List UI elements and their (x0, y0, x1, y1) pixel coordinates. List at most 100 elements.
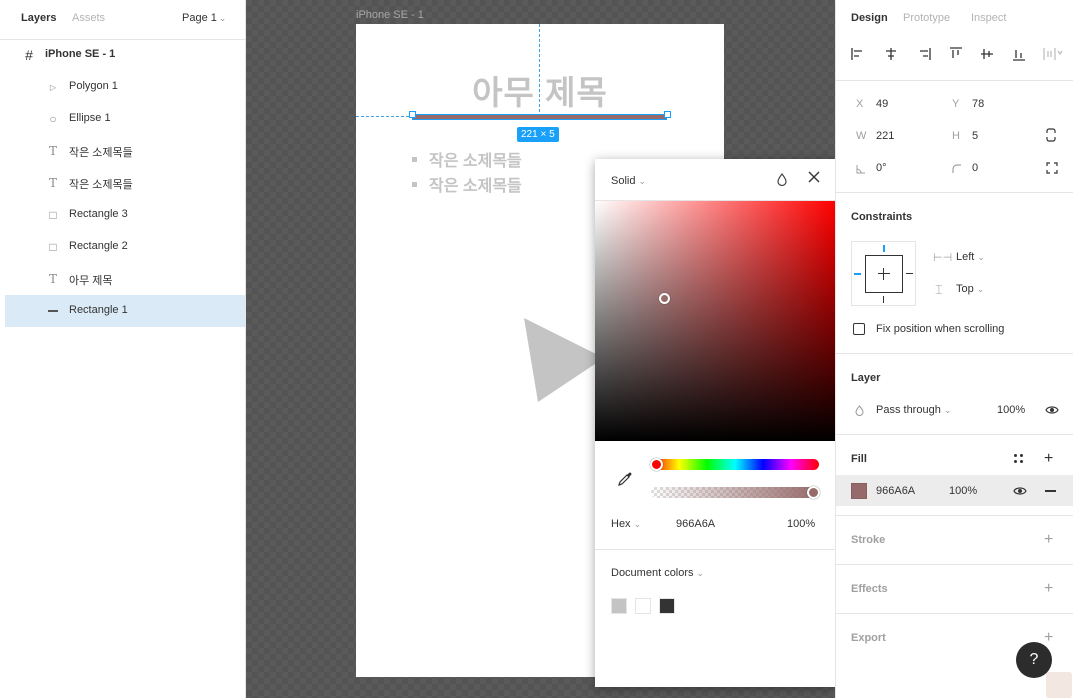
fill-section-title: Fill (851, 453, 867, 465)
align-right-icon[interactable] (917, 47, 931, 61)
independent-corners-icon[interactable] (1046, 162, 1058, 174)
frame-title-text[interactable]: 아무 제목 (356, 66, 724, 114)
measurement-guide-horizontal (356, 116, 414, 117)
layer-item-line[interactable]: Rectangle 1 (5, 295, 245, 327)
tab-assets[interactable]: Assets (72, 12, 105, 24)
add-export-plus-icon[interactable]: + (1044, 630, 1053, 646)
align-horizontal-center-icon[interactable] (884, 47, 898, 61)
layer-item-polygon[interactable]: ▷ Polygon 1 (5, 71, 245, 103)
layer-item-label: Ellipse 1 (69, 112, 111, 124)
align-left-icon[interactable] (851, 47, 865, 61)
color-picker-header: Solid ⌄ (595, 159, 835, 201)
color-cursor[interactable] (659, 293, 670, 304)
fill-opacity-input[interactable]: 100% (949, 485, 977, 497)
blend-mode-icon (855, 405, 864, 416)
hue-slider-knob[interactable] (650, 458, 663, 471)
bullet-item[interactable]: 작은 소제목들 (412, 172, 522, 196)
constraint-right-marker[interactable] (906, 273, 913, 274)
add-stroke-plus-icon[interactable]: + (1044, 532, 1053, 548)
remove-fill-minus-icon[interactable] (1045, 490, 1056, 492)
document-color-swatch[interactable] (611, 598, 627, 614)
layer-item-text[interactable]: T 아무 제목 (5, 263, 245, 295)
blend-mode-dropdown[interactable]: Pass through ⌄ (876, 404, 951, 416)
vertical-constraint-label: Top (956, 283, 974, 295)
vertical-constraint-dropdown[interactable]: Top ⌄ (956, 283, 984, 295)
align-vertical-center-icon[interactable] (980, 47, 994, 61)
style-grid-icon[interactable] (1013, 453, 1024, 464)
rotation-input[interactable]: 0° (876, 162, 887, 174)
layer-item-label: iPhone SE - 1 (45, 48, 116, 60)
width-input[interactable]: 221 (876, 130, 894, 142)
constraints-title: Constraints (851, 211, 913, 223)
opacity-input[interactable]: 100% (787, 518, 815, 530)
bullet-item[interactable]: 작은 소제목들 (412, 147, 522, 171)
opacity-slider[interactable] (651, 486, 820, 499)
document-color-swatch[interactable] (635, 598, 651, 614)
add-fill-plus-icon[interactable]: + (1044, 451, 1053, 467)
layer-item-ellipse[interactable]: ○ Ellipse 1 (5, 103, 245, 135)
align-top-icon[interactable] (949, 47, 963, 61)
corner-radius-icon (952, 164, 961, 173)
chevron-down-icon: ⌄ (218, 13, 227, 23)
layer-opacity-input[interactable]: 100% (997, 404, 1025, 416)
tab-layers[interactable]: Layers (21, 12, 56, 24)
corner-radius-input[interactable]: 0 (972, 162, 978, 174)
align-bottom-icon[interactable] (1012, 47, 1026, 61)
layer-item-text[interactable]: T 작은 소제목들 (5, 135, 245, 167)
page-selector[interactable]: Page 1 ⌄ (182, 12, 226, 24)
document-color-swatch[interactable] (659, 598, 675, 614)
constraint-bottom-marker[interactable] (883, 296, 884, 303)
y-input[interactable]: 78 (972, 98, 984, 110)
divider (836, 564, 1073, 565)
fix-position-label: Fix position when scrolling (876, 323, 1005, 335)
height-input[interactable]: 5 (972, 130, 978, 142)
constraint-top-marker[interactable] (883, 245, 885, 252)
layer-item-rectangle[interactable]: □ Rectangle 2 (5, 231, 245, 263)
eye-icon[interactable] (1013, 486, 1027, 496)
horizontal-constraint-dropdown[interactable]: Left ⌄ (956, 251, 985, 263)
fill-color-chip[interactable] (851, 483, 867, 499)
polygon-shape[interactable] (524, 318, 604, 404)
eyedropper-icon[interactable] (617, 471, 632, 486)
layer-item-label: Rectangle 2 (69, 240, 128, 252)
design-panel: Design Prototype Inspect X 49 Y 78 W 221… (835, 0, 1073, 698)
layer-item-frame[interactable]: # iPhone SE - 1 (5, 39, 245, 71)
hex-input[interactable]: 966A6A (676, 518, 715, 530)
add-effect-plus-icon[interactable]: + (1044, 581, 1053, 597)
tab-design[interactable]: Design (851, 12, 888, 24)
fix-position-checkbox[interactable] (853, 323, 865, 335)
selected-rectangle[interactable] (412, 114, 667, 120)
fill-row[interactable]: 966A6A 100% (836, 475, 1073, 506)
text-icon: T (48, 144, 57, 158)
horizontal-constraint-label: Left (956, 251, 975, 263)
close-icon[interactable] (807, 170, 821, 189)
constraint-center-v (883, 268, 884, 280)
constrain-proportions-icon[interactable] (1046, 128, 1056, 142)
stroke-section-title[interactable]: Stroke (851, 534, 885, 546)
blend-mode-icon[interactable] (777, 173, 787, 189)
document-colors-dropdown[interactable]: Document colors ⌄ (611, 567, 704, 579)
resize-handle-right[interactable] (664, 111, 671, 118)
saturation-brightness-field[interactable] (595, 201, 835, 441)
effects-section-title[interactable]: Effects (851, 583, 888, 595)
resize-handle-left[interactable] (409, 111, 416, 118)
divider (836, 613, 1073, 614)
bullet-square (412, 157, 417, 163)
frame-label[interactable]: iPhone SE - 1 (356, 9, 424, 21)
fill-type-dropdown[interactable]: Solid ⌄ (611, 175, 646, 187)
constraints-widget[interactable] (851, 241, 916, 306)
eye-icon[interactable] (1045, 405, 1059, 415)
layer-item-text[interactable]: T 작은 소제목들 (5, 167, 245, 199)
tab-prototype[interactable]: Prototype (903, 12, 950, 24)
distribute-icon[interactable] (1043, 47, 1063, 61)
color-format-dropdown[interactable]: Hex ⌄ (611, 518, 641, 530)
opacity-slider-knob[interactable] (807, 486, 820, 499)
tab-inspect[interactable]: Inspect (971, 12, 1006, 24)
constraint-left-marker[interactable] (854, 273, 861, 275)
color-picker-popover: Solid ⌄ Hex ⌄ 966A6A 100% Document colors ⌄ (595, 159, 835, 687)
hue-slider[interactable] (650, 458, 819, 471)
export-section-title[interactable]: Export (851, 632, 886, 644)
fill-hex-input[interactable]: 966A6A (876, 485, 915, 497)
layer-item-rectangle[interactable]: □ Rectangle 3 (5, 199, 245, 231)
x-input[interactable]: 49 (876, 98, 888, 110)
